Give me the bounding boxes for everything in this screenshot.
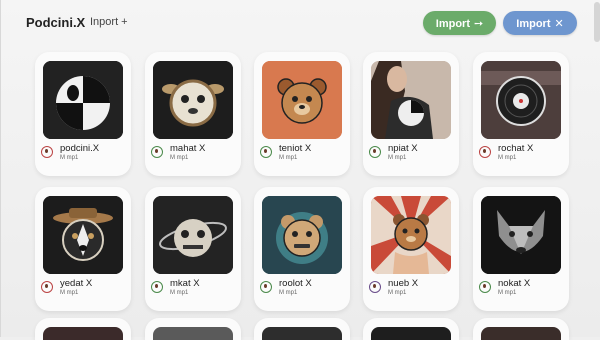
podcast-name: npiat X bbox=[388, 143, 418, 154]
podcast-format: M mp1 bbox=[388, 290, 407, 296]
bear-icon bbox=[153, 61, 233, 139]
podcast-format: M mp1 bbox=[279, 290, 298, 296]
podcast-format: M mp1 bbox=[498, 290, 517, 296]
bear-hand-icon bbox=[371, 196, 451, 274]
status-icon bbox=[41, 281, 53, 293]
podcast-grid: podcini.X M mp1 mahat X M mp1 teniot X M… bbox=[1, 0, 600, 340]
podcast-card[interactable]: yedat X M mp1 bbox=[35, 187, 131, 311]
podcast-card[interactable]: mkat X M mp1 bbox=[145, 187, 241, 311]
podcast-name: mahat X bbox=[170, 143, 206, 154]
status-icon bbox=[369, 281, 381, 293]
podcast-format: M mp1 bbox=[388, 155, 407, 161]
podcast-name: roolot X bbox=[279, 278, 312, 289]
podcast-artwork bbox=[153, 327, 233, 340]
status-icon bbox=[151, 281, 163, 293]
podcast-format: M mp1 bbox=[279, 155, 298, 161]
podcast-format: M mp1 bbox=[170, 155, 189, 161]
podcast-card[interactable]: podcini.X M mp1 bbox=[35, 52, 131, 176]
podcast-card[interactable]: nueb X M mp1 bbox=[363, 187, 459, 311]
status-icon bbox=[260, 146, 272, 158]
podcast-card[interactable]: npiat X M mp1 bbox=[363, 52, 459, 176]
bear-orange-icon bbox=[262, 61, 342, 139]
podcast-name: yedat X bbox=[60, 278, 93, 289]
panda-ball-icon bbox=[43, 61, 123, 139]
podcast-name: podcini.X bbox=[60, 143, 100, 154]
podcast-card[interactable]: teniot X M mp1 bbox=[254, 52, 350, 176]
podcast-card[interactable]: mahat X M mp1 bbox=[145, 52, 241, 176]
podcast-name: rochat X bbox=[498, 143, 534, 154]
status-icon bbox=[260, 281, 272, 293]
podcast-format: M mp1 bbox=[498, 155, 517, 161]
vinyl-record-icon bbox=[481, 61, 561, 139]
podcast-format: M mp1 bbox=[60, 155, 79, 161]
podcast-name: nueb X bbox=[388, 278, 419, 289]
photo-person-icon bbox=[371, 61, 451, 139]
podcast-name: nokat X bbox=[498, 278, 531, 289]
status-icon bbox=[479, 146, 491, 158]
dog-hat-icon bbox=[43, 196, 123, 274]
status-icon bbox=[369, 146, 381, 158]
podcast-card[interactable]: nokat X M mp1 bbox=[473, 187, 569, 311]
status-icon bbox=[151, 146, 163, 158]
podcast-artwork bbox=[43, 327, 123, 340]
podcast-card[interactable]: rochat X M mp1 bbox=[473, 52, 569, 176]
cat-skull-icon bbox=[153, 196, 233, 274]
app-window: Podcini.X Inport + Import ➙ Import ✕ pod… bbox=[0, 0, 600, 340]
podcast-artwork bbox=[262, 327, 342, 340]
podcast-format: M mp1 bbox=[60, 290, 79, 296]
podcast-artwork bbox=[481, 327, 561, 340]
status-icon bbox=[479, 281, 491, 293]
podcast-name: mkat X bbox=[170, 278, 200, 289]
wolf-face-icon bbox=[481, 196, 561, 274]
podcast-name: teniot X bbox=[279, 143, 312, 154]
podcast-format: M mp1 bbox=[170, 290, 189, 296]
status-icon bbox=[41, 146, 53, 158]
podcast-artwork bbox=[371, 327, 451, 340]
podcast-card[interactable]: roolot X M mp1 bbox=[254, 187, 350, 311]
bear-teal-icon bbox=[262, 196, 342, 274]
